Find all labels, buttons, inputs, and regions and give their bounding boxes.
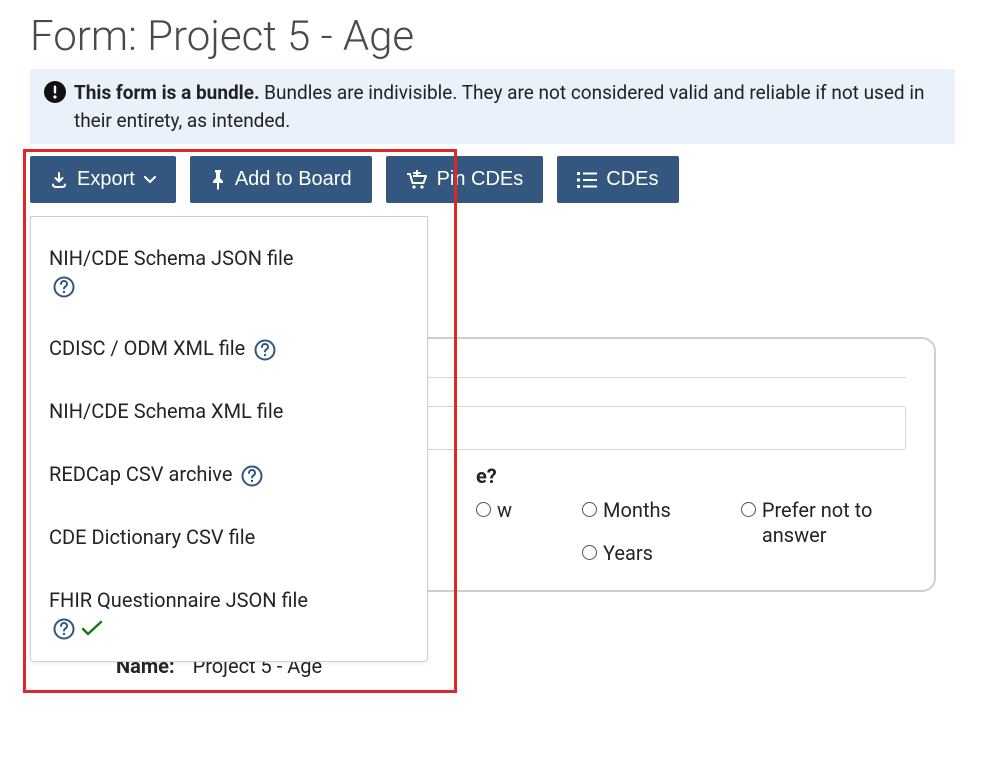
add-to-board-button[interactable]: Add to Board — [190, 156, 372, 203]
export-option[interactable]: FHIR Questionnaire JSON file — [49, 577, 409, 655]
radio-label: Months — [603, 498, 671, 523]
radio-circle-icon — [741, 502, 756, 517]
export-button[interactable]: Export — [30, 156, 176, 203]
radio-label: w — [497, 498, 512, 523]
radio-option[interactable]: Months — [582, 498, 671, 523]
radio-option[interactable]: w — [476, 498, 512, 523]
cdes-label: CDEs — [606, 168, 658, 191]
download-icon — [50, 171, 68, 189]
pin-cdes-button[interactable]: Pin CDEs — [386, 156, 544, 203]
help-icon[interactable] — [241, 465, 263, 487]
help-icon[interactable] — [53, 276, 75, 298]
radio-label: Prefer not to answer — [762, 498, 906, 548]
page-title: Form: Project 5 - Age — [30, 12, 955, 61]
export-option[interactable]: CDISC / ODM XML file — [49, 325, 409, 388]
exclamation-icon — [44, 81, 66, 111]
caret-down-icon — [144, 176, 156, 184]
radio-option[interactable]: Prefer not to answer — [741, 498, 906, 548]
help-icon[interactable] — [53, 618, 75, 640]
export-option[interactable]: NIH/CDE Schema XML file — [49, 388, 409, 451]
export-option-label: NIH/CDE Schema XML file — [49, 399, 283, 423]
radio-option[interactable]: Years — [582, 541, 671, 566]
help-icon[interactable] — [254, 339, 276, 361]
list-icon — [577, 172, 597, 188]
pin-cdes-label: Pin CDEs — [437, 168, 524, 191]
radio-circle-icon — [582, 502, 597, 517]
export-option[interactable]: REDCap CSV archive — [49, 451, 409, 514]
export-option[interactable]: NIH/CDE Schema JSON file — [49, 235, 409, 325]
radio-circle-icon — [582, 545, 597, 560]
add-to-board-label: Add to Board — [235, 168, 352, 191]
bundle-banner-text: This form is a bundle. Bundles are indiv… — [74, 79, 941, 134]
export-option[interactable]: CDE Dictionary CSV file — [49, 514, 409, 577]
radio-circle-icon — [476, 502, 491, 517]
export-dropdown: NIH/CDE Schema JSON file CDISC / ODM XML … — [30, 216, 428, 662]
export-option-label: CDISC / ODM XML file — [49, 336, 245, 360]
export-option-label: REDCap CSV archive — [49, 462, 232, 486]
check-icon — [81, 620, 103, 638]
cdes-button[interactable]: CDEs — [557, 156, 678, 203]
radio-options: w Months Years Prefer not to answer — [476, 498, 906, 566]
cart-add-icon — [406, 170, 428, 190]
export-option-label: FHIR Questionnaire JSON file — [49, 588, 308, 612]
radio-label: Years — [603, 541, 653, 566]
export-option-label: NIH/CDE Schema JSON file — [49, 246, 294, 270]
bundle-banner: This form is a bundle. Bundles are indiv… — [30, 69, 955, 144]
toolbar: Export Add to Board Pin CDEs — [30, 156, 955, 203]
pin-icon — [210, 170, 226, 190]
export-option-label: CDE Dictionary CSV file — [49, 525, 255, 549]
question-fragment: e? — [476, 464, 906, 488]
export-label: Export — [77, 168, 135, 191]
